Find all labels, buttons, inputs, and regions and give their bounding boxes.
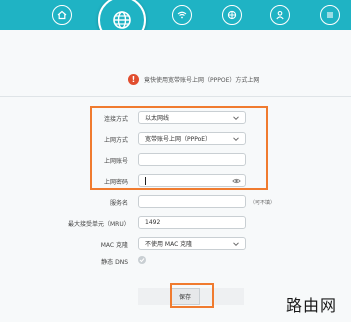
static-dns-toggle[interactable] [138, 256, 146, 264]
warning-icon: ! [128, 73, 139, 85]
notice-text: 竟快使用宽带账号上网（PPPOE）方式上网 [144, 76, 260, 84]
service-name-label: 服务名 [109, 200, 128, 207]
mac-clone-label: MAC 克隆 [100, 242, 128, 249]
user-icon[interactable] [270, 5, 290, 25]
connection-notice: ! 竟快使用宽带账号上网（PPPOE）方式上网 [128, 72, 259, 86]
chevron-down-icon [232, 240, 240, 248]
static-dns-label: 静态 DNS [101, 259, 128, 266]
check-icon [139, 258, 145, 263]
home-icon[interactable] [52, 5, 72, 25]
highlight-box-connection [90, 106, 268, 190]
menu-icon[interactable] [320, 5, 340, 25]
section-divider [0, 96, 351, 97]
mru-label: 最大接受单元（MRU） [68, 221, 130, 228]
mac-clone-value: 不使用 MAC 克隆 [145, 241, 193, 248]
highlight-box-save [170, 283, 214, 308]
wifi-icon[interactable] [172, 5, 192, 25]
router-icon[interactable] [222, 5, 242, 25]
mac-clone-select[interactable]: 不使用 MAC 克隆 [138, 237, 246, 250]
watermark-text: 路由网 [286, 296, 338, 315]
globe-icon [113, 11, 131, 29]
service-name-hint: （可不填） [250, 200, 276, 206]
service-name-input[interactable] [138, 195, 246, 208]
mru-value: 1492 [145, 219, 161, 226]
mru-input[interactable]: 1492 [138, 216, 246, 229]
